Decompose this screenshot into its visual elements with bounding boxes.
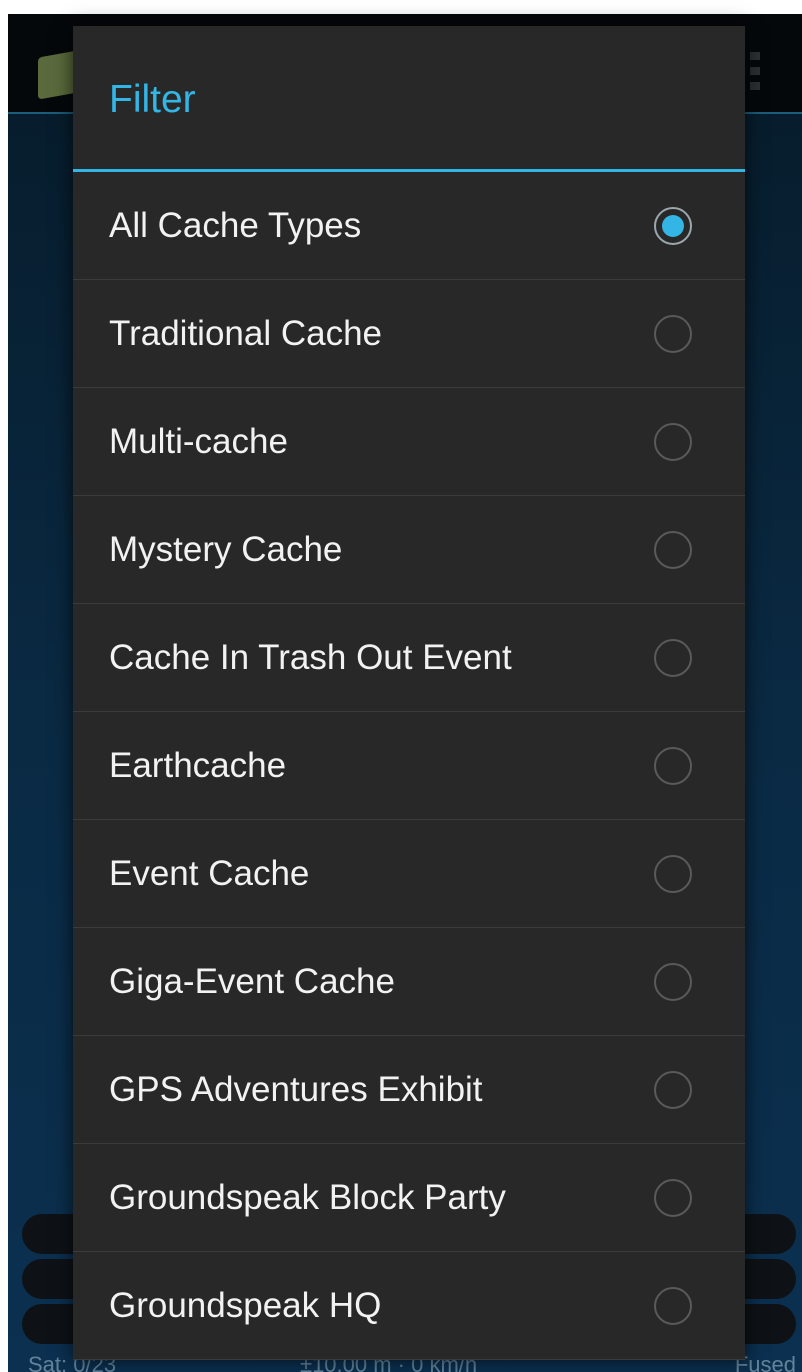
radio-button-unchecked-icon[interactable] (654, 422, 692, 461)
filter-option[interactable]: Mystery Cache (73, 496, 745, 604)
radio-button-unchecked-icon[interactable] (654, 530, 692, 569)
filter-option-label: Cache In Trash Out Event (109, 637, 512, 677)
radio-button-unchecked-icon[interactable] (654, 1286, 692, 1325)
filter-option[interactable]: Cache In Trash Out Event (73, 604, 745, 712)
overflow-menu-icon[interactable] (750, 52, 762, 92)
filter-option[interactable]: Groundspeak HQ (73, 1252, 745, 1360)
dialog-title: Filter (73, 26, 745, 172)
radio-button-unchecked-icon[interactable] (654, 962, 692, 1001)
filter-option-label: Multi-cache (109, 421, 288, 461)
radio-dot-icon (662, 214, 684, 237)
filter-option[interactable]: Multi-cache (73, 388, 745, 496)
filter-option[interactable]: Groundspeak Block Party (73, 1144, 745, 1252)
filter-option-label: Mystery Cache (109, 529, 343, 569)
filter-option-label: GPS Adventures Exhibit (109, 1069, 483, 1109)
filter-option-label: Earthcache (109, 745, 287, 785)
filter-option[interactable]: GPS Adventures Exhibit (73, 1036, 745, 1144)
filter-options-list: All Cache Types Traditional Cache Multi-ca… (73, 172, 745, 1360)
filter-option-label: Groundspeak HQ (109, 1285, 382, 1325)
filter-option[interactable]: Earthcache (73, 712, 745, 820)
filter-option[interactable]: All Cache Types (73, 172, 745, 280)
radio-button-unchecked-icon[interactable] (654, 1070, 692, 1109)
filter-option[interactable]: Traditional Cache (73, 280, 745, 388)
filter-option-label: Groundspeak Block Party (109, 1177, 506, 1217)
radio-button-checked-icon[interactable] (654, 206, 692, 245)
filter-option-label: Traditional Cache (109, 313, 383, 353)
radio-button-unchecked-icon[interactable] (654, 638, 692, 677)
filter-option-label: Giga-Event Cache (109, 961, 395, 1001)
filter-option[interactable]: Event Cache (73, 820, 745, 928)
radio-button-unchecked-icon[interactable] (654, 314, 692, 353)
radio-button-unchecked-icon[interactable] (654, 746, 692, 785)
radio-button-unchecked-icon[interactable] (654, 1178, 692, 1217)
radio-button-unchecked-icon[interactable] (654, 854, 692, 893)
filter-dialog: Filter All Cache Types Traditional Cache M… (73, 26, 745, 1360)
filter-option-label: Event Cache (109, 853, 310, 893)
app-logo-icon (38, 50, 78, 100)
filter-option[interactable]: Giga-Event Cache (73, 928, 745, 1036)
filter-option-label: All Cache Types (109, 205, 362, 245)
